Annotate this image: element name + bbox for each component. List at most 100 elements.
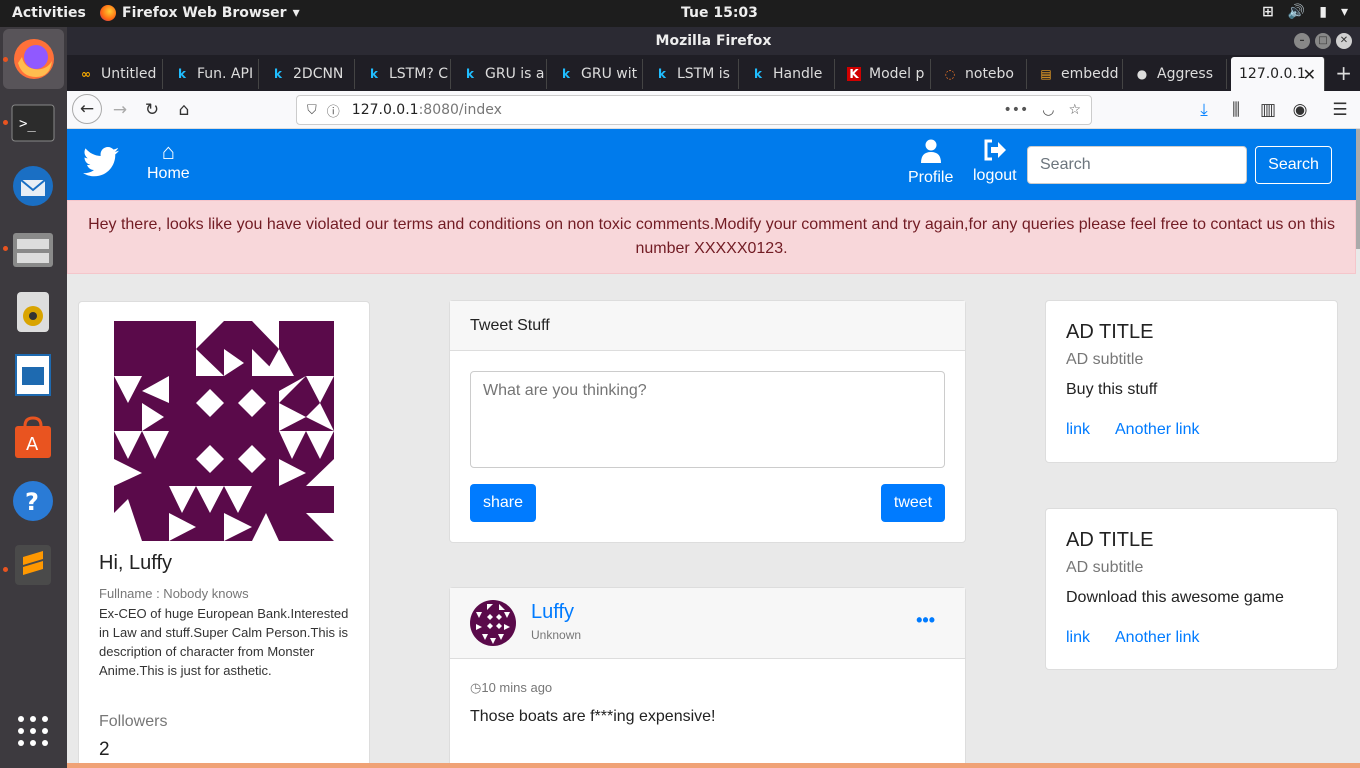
close-tab-icon[interactable]: ✕ [1303, 65, 1316, 84]
help-icon: ? [13, 481, 53, 521]
dock-rhythmbox[interactable] [9, 288, 57, 336]
tab-model[interactable]: K Model p [839, 59, 931, 89]
page-actions-icon[interactable]: ••• [1003, 102, 1028, 118]
dock: >_ A ? [0, 27, 67, 768]
share-button[interactable]: share [470, 484, 536, 522]
tab-gru-is-a[interactable]: k GRU is a [455, 59, 547, 89]
dock-writer[interactable] [9, 351, 57, 399]
dock-terminal[interactable]: >_ [9, 99, 57, 147]
tab-label: Fun. API [197, 66, 254, 82]
ad-subtitle: AD subtitle [1066, 351, 1144, 368]
post-timestamp: ◷10 mins ago [470, 680, 552, 696]
ad-another-link[interactable]: Another link [1115, 421, 1200, 439]
kaggle-icon: k [370, 67, 378, 81]
close-window-button[interactable]: ✕ [1336, 33, 1352, 49]
show-apps-button[interactable] [9, 707, 57, 755]
tab-2dcnn[interactable]: k 2DCNN [263, 59, 355, 89]
dock-firefox[interactable] [3, 29, 64, 89]
library-icon[interactable]: ⫼ [1223, 97, 1249, 123]
tab-lstm[interactable]: k LSTM? C [359, 59, 451, 89]
maximize-button[interactable]: □ [1315, 33, 1331, 49]
downloads-icon[interactable]: ⤓ [1191, 97, 1217, 123]
page-scrollbar[interactable] [1356, 129, 1360, 249]
tab-untitled[interactable]: ∞ Untitled [71, 59, 163, 89]
compose-header: Tweet Stuff [450, 301, 965, 351]
tab-label: GRU is a [485, 66, 545, 82]
profile-identicon-image [114, 321, 334, 541]
svg-text:A: A [26, 434, 39, 455]
nav-home[interactable]: ⌂ Home [147, 139, 190, 183]
url-text[interactable]: 127.0.0.1:8080/index [352, 102, 502, 118]
back-button[interactable]: ← [72, 94, 102, 124]
tab-active-localhost[interactable]: 127.0.0.1 ✕ [1231, 57, 1325, 91]
twitter-bird-icon[interactable] [83, 147, 119, 177]
account-icon[interactable]: ◉ [1287, 97, 1313, 123]
followers-label: Followers [99, 713, 168, 730]
document-icon [15, 354, 51, 396]
avatar[interactable] [470, 600, 516, 646]
reload-button[interactable]: ↻ [139, 97, 165, 123]
sign-out-icon [973, 139, 1017, 167]
nav-profile[interactable]: Profile [908, 139, 953, 187]
clock-icon: ◷ [470, 680, 482, 695]
clock[interactable]: Tue 15:03 [681, 5, 758, 21]
thunderbird-icon [13, 166, 53, 206]
navigation-toolbar: ← → ↻ ⌂ ⛉ ⓘ 127.0.0.1:8080/index ••• ◡ ☆… [67, 91, 1360, 129]
ad-title: AD TITLE [1066, 321, 1154, 343]
profile-card: Hi, Luffy Fullname : Nobody knows Ex-CEO… [78, 301, 370, 763]
system-tray[interactable]: ⊞ 🔊 ▮ ▾ [1262, 4, 1348, 20]
new-tab-button[interactable]: + [1335, 61, 1352, 85]
home-button[interactable]: ⌂ [171, 97, 197, 123]
tab-label: LSTM? C [389, 66, 448, 82]
terminal-icon: >_ [11, 104, 55, 142]
url-bar[interactable]: ⛉ ⓘ 127.0.0.1:8080/index ••• ◡ ☆ [296, 95, 1092, 125]
dock-thunderbird[interactable] [9, 162, 57, 210]
ad-link[interactable]: link [1066, 629, 1090, 647]
tracking-shield-icon[interactable]: ⛉ [307, 103, 317, 118]
ad-body: Download this awesome game [1066, 589, 1284, 606]
pocket-icon[interactable]: ◡ [1042, 102, 1054, 118]
dock-files[interactable] [9, 225, 57, 273]
ad-link[interactable]: link [1066, 421, 1090, 439]
tab-embedding[interactable]: ▤ embedd [1031, 59, 1123, 89]
site-info-icon[interactable]: ⓘ [327, 101, 340, 120]
tab-fun-api[interactable]: k Fun. API [167, 59, 259, 89]
ad-another-link[interactable]: Another link [1115, 629, 1200, 647]
forward-button[interactable]: → [107, 97, 133, 123]
tab-aggressive[interactable]: ● Aggress [1127, 59, 1227, 89]
activities-button[interactable]: Activities [12, 5, 86, 21]
ad-title: AD TITLE [1066, 529, 1154, 551]
tab-lstm-is[interactable]: k LSTM is [647, 59, 739, 89]
tab-handle[interactable]: k Handle [743, 59, 835, 89]
nav-profile-label: Profile [908, 169, 954, 186]
battery-icon: ▮ [1319, 4, 1327, 20]
kaggle-icon: k [658, 67, 666, 81]
tweet-textarea[interactable] [470, 371, 945, 468]
post-username[interactable]: Luffy [531, 601, 574, 624]
post-options-icon[interactable]: ••• [916, 610, 935, 631]
kaggle-icon: k [178, 67, 186, 81]
post-location: Unknown [531, 628, 582, 642]
tab-gru-wit[interactable]: k GRU wit [551, 59, 643, 89]
nav-logout[interactable]: logout [973, 139, 1017, 185]
tab-label: Handle [773, 66, 823, 82]
search-input[interactable]: Search [1027, 146, 1247, 184]
followers-count: 2 [99, 739, 110, 760]
app-menu[interactable]: Firefox Web Browser ▾ [100, 5, 300, 21]
dock-sublime[interactable] [9, 541, 57, 589]
tab-label: 127.0.0.1 [1239, 66, 1306, 82]
profile-greeting: Hi, Luffy [99, 552, 172, 574]
chevron-down-icon: ▾ [292, 5, 300, 21]
minimize-button[interactable]: – [1294, 33, 1310, 49]
menu-icon[interactable]: ☰ [1327, 97, 1353, 123]
dock-software[interactable]: A [9, 414, 57, 462]
tab-label: 2DCNN [293, 66, 344, 82]
sidebar-icon[interactable]: ▥ [1255, 97, 1281, 123]
tab-notebook[interactable]: ◌ notebo [935, 59, 1027, 89]
site-header: ⌂ Home Profile logout Search Search [67, 129, 1356, 200]
search-button[interactable]: Search [1255, 146, 1332, 184]
tweet-button[interactable]: tweet [881, 484, 945, 522]
bookmark-star-icon[interactable]: ☆ [1068, 102, 1081, 118]
files-icon [13, 233, 53, 267]
dock-help[interactable]: ? [9, 477, 57, 525]
